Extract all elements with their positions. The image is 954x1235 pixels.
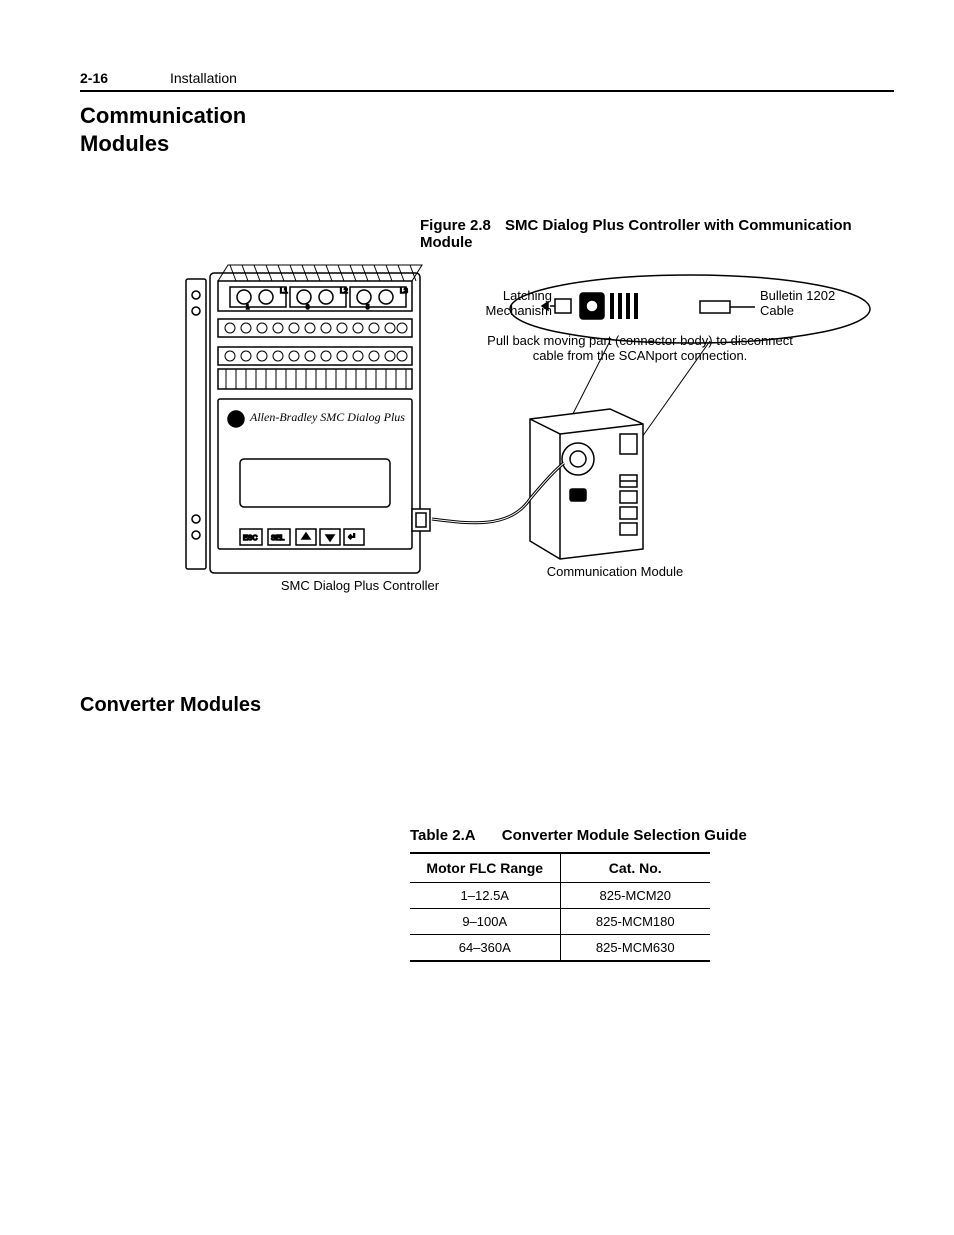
- table-header-row: Motor FLC Range Cat. No.: [410, 853, 710, 883]
- svg-text:L3: L3: [400, 288, 408, 295]
- diagram-wrap: L1 1 L2 3 L3 5: [180, 259, 880, 604]
- svg-text:L2: L2: [340, 288, 348, 295]
- page-header: 2-16 Installation: [80, 70, 894, 92]
- cell-cat: 825-MCM180: [560, 909, 710, 935]
- converter-module-table: Motor FLC Range Cat. No. 1–12.5A 825-MCM…: [410, 852, 710, 962]
- table-row: 1–12.5A 825-MCM20: [410, 883, 710, 909]
- table-caption: Table 2.A Converter Module Selection Gui…: [410, 827, 894, 844]
- label-smc-controller: SMC Dialog Plus Controller: [270, 579, 450, 594]
- svg-text:ESC: ESC: [243, 535, 257, 542]
- page-number: 2-16: [80, 70, 170, 86]
- cell-range: 64–360A: [410, 935, 560, 962]
- table-number: Table 2.A: [410, 827, 476, 844]
- svg-text:L1: L1: [280, 288, 288, 295]
- chapter-title: Installation: [170, 70, 237, 86]
- svg-text:↵: ↵: [348, 532, 356, 543]
- page: 2-16 Installation Communication Modules …: [0, 0, 954, 1022]
- figure-number: Figure 2.8: [420, 217, 491, 234]
- cell-cat: 825-MCM20: [560, 883, 710, 909]
- table-row: 64–360A 825-MCM630: [410, 935, 710, 962]
- label-communication-module: Communication Module: [535, 565, 695, 580]
- cell-range: 9–100A: [410, 909, 560, 935]
- label-latching-mechanism: Latching Mechanism: [482, 289, 552, 319]
- section-heading-communication-modules: Communication Modules: [80, 102, 894, 157]
- communication-module-icon: AB: [530, 409, 643, 559]
- figure-block: Figure 2.8 SMC Dialog Plus Controller wi…: [80, 217, 894, 604]
- label-bulletin-cable: Bulletin 1202 Cable: [760, 289, 860, 319]
- svg-text:AB: AB: [572, 493, 582, 500]
- cell-range: 1–12.5A: [410, 883, 560, 909]
- col-header-motor-flc-range: Motor FLC Range: [410, 853, 560, 883]
- table-row: 9–100A 825-MCM180: [410, 909, 710, 935]
- cell-cat: 825-MCM630: [560, 935, 710, 962]
- col-header-cat-no: Cat. No.: [560, 853, 710, 883]
- label-pull-back-note: Pull back moving part (connector body) t…: [470, 334, 810, 364]
- table-title: Converter Module Selection Guide: [502, 827, 747, 844]
- svg-text:SEL: SEL: [271, 535, 284, 542]
- figure-caption: Figure 2.8 SMC Dialog Plus Controller wi…: [420, 217, 894, 251]
- svg-text:AB: AB: [230, 415, 242, 424]
- label-device-brand: Allen-Bradley SMC Dialog Plus: [250, 411, 420, 425]
- section-heading-converter-modules: Converter Modules: [80, 694, 894, 717]
